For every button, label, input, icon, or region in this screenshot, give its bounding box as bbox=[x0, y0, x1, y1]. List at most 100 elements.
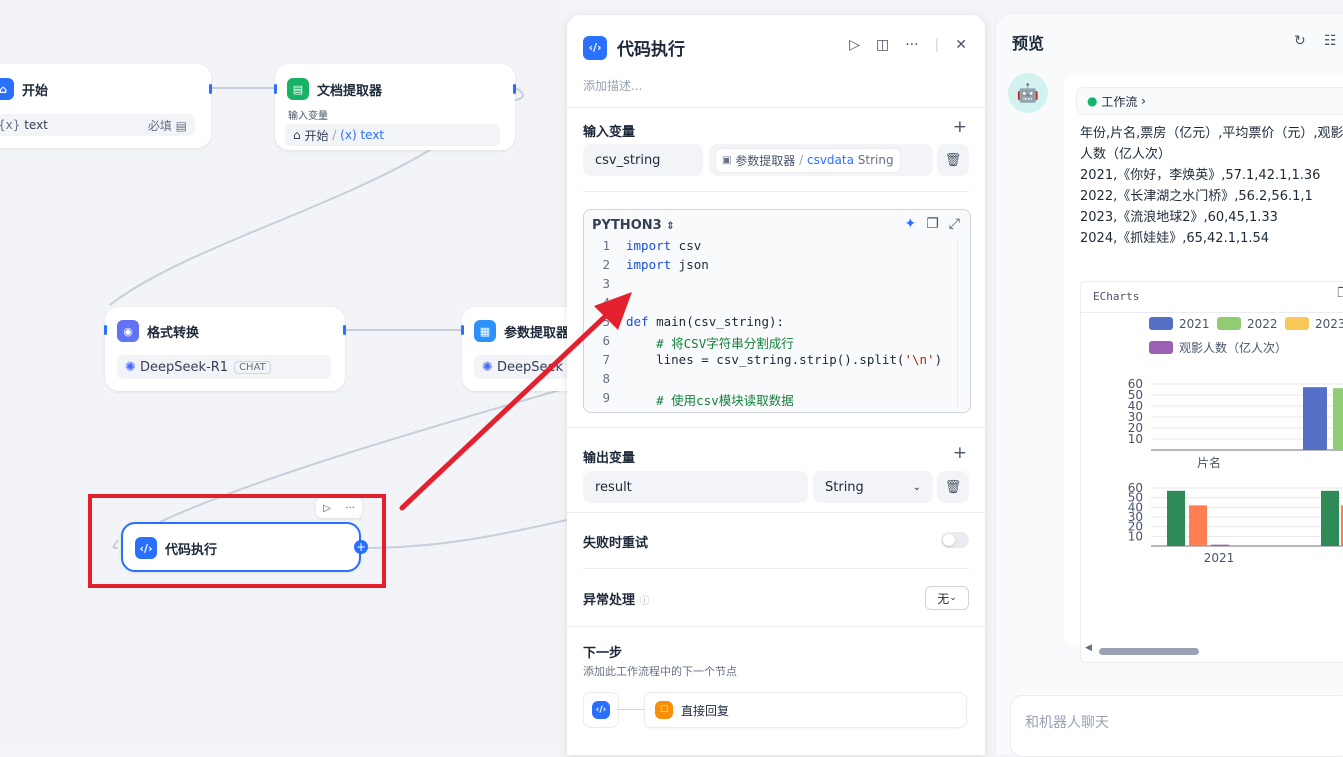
legend-label: 观影人数（亿人次） bbox=[1179, 340, 1287, 355]
node-doc-title: 文档提取器 bbox=[317, 83, 383, 99]
code-text[interactable]: # 将CSV字符串分割成行 bbox=[626, 333, 794, 352]
node-doc-sub: 输入变量 bbox=[288, 111, 328, 122]
panel-title[interactable]: 代码执行 bbox=[617, 35, 685, 60]
bar-2021 bbox=[1303, 387, 1327, 450]
line-number: 6 bbox=[602, 333, 610, 348]
bot-message: ● 工作流 › 年份,片名,票房（亿元）,平均票价（元）,观影 人数（亿人次） 20… bbox=[1064, 73, 1343, 663]
code-text[interactable]: def main(csv_string): bbox=[626, 314, 784, 333]
sort-icon: ⇕ bbox=[666, 221, 675, 232]
bar-票房 bbox=[1167, 490, 1185, 546]
highlight-box bbox=[88, 494, 386, 588]
home-icon: ⌂ bbox=[293, 128, 301, 142]
legend-swatch bbox=[1217, 317, 1241, 330]
code-line[interactable]: 7 lines = csv_string.strip().split('\n') bbox=[584, 352, 970, 371]
x-tick-label: 2021 bbox=[1204, 551, 1235, 565]
chat-input[interactable]: 和机器人聊天 bbox=[1010, 695, 1343, 757]
node-start[interactable]: ⌂ 开始 {x} text 必填 ▤ bbox=[0, 64, 212, 148]
description-input[interactable]: 添加描述... bbox=[583, 77, 642, 94]
copy-icon[interactable]: ❐ bbox=[1337, 286, 1343, 301]
input-handle[interactable] bbox=[461, 325, 464, 335]
refresh-icon[interactable]: ↻ bbox=[1294, 33, 1306, 49]
y-tick-label: 10 bbox=[1128, 529, 1143, 543]
code-lines[interactable]: 1 import csv 2 import json 3 4 5 def main(csv_s… bbox=[584, 238, 970, 409]
output-handle[interactable] bbox=[513, 84, 516, 94]
node-param-title: 参数提取器 bbox=[504, 325, 567, 341]
code-line[interactable]: 9 # 使用csv模块读取数据 bbox=[584, 390, 970, 409]
add-input-icon[interactable]: + bbox=[953, 117, 967, 137]
code-scrollbar[interactable] bbox=[957, 238, 968, 408]
node-format-title: 格式转换 bbox=[147, 325, 200, 341]
code-icon: ‹/› bbox=[583, 35, 607, 60]
code-line[interactable]: 1 import csv bbox=[584, 238, 970, 257]
node-param-extractor[interactable]: ▦ 参数提取器 ✺ DeepSeek bbox=[461, 307, 567, 391]
code-text[interactable]: # 使用csv模块读取数据 bbox=[626, 390, 794, 409]
next-step-desc: 添加此工作流程中的下一个节点 bbox=[583, 665, 737, 678]
copy-icon[interactable]: ❐ bbox=[926, 216, 939, 232]
x-tick-label: 片名 bbox=[1197, 455, 1221, 470]
input-handle[interactable] bbox=[104, 325, 107, 335]
deepseek-icon: ✺ bbox=[125, 359, 136, 375]
delete-input-button[interactable]: 🗑 bbox=[937, 144, 969, 176]
node-format[interactable]: ◉ 格式转换 ✺ DeepSeek-R1 CHAT bbox=[104, 307, 346, 391]
message-line: 人数（亿人次） bbox=[1080, 147, 1172, 162]
input-var-name[interactable]: csv_string bbox=[583, 144, 703, 176]
close-icon[interactable]: ✕ bbox=[955, 37, 967, 53]
output-handle[interactable] bbox=[209, 84, 212, 94]
reply-icon: ☐ bbox=[655, 701, 673, 719]
code-line[interactable]: 8 bbox=[584, 371, 970, 390]
variables-icon[interactable]: ☷ bbox=[1324, 33, 1337, 49]
var-icon: {x} bbox=[0, 118, 25, 132]
echarts-block[interactable]: ECharts ❐ 202120222023观影人数（亿人次）605040302… bbox=[1080, 281, 1343, 663]
code-editor[interactable]: PYTHON3 ⇕ ✦ ❐ ⤢ 1 import csv 2 import json 3… bbox=[583, 209, 971, 413]
legend-label: 2023 bbox=[1315, 317, 1343, 331]
code-line[interactable]: 2 import json bbox=[584, 257, 970, 276]
input-var-ref[interactable]: ▣ 参数提取器 / csvdata String bbox=[709, 144, 933, 176]
deepseek-icon: ✺ bbox=[482, 359, 493, 375]
expand-icon[interactable]: ⤢ bbox=[949, 216, 960, 232]
bar-2022 bbox=[1333, 388, 1343, 450]
split-view-icon[interactable]: ◫ bbox=[876, 37, 889, 53]
form-icon: ▤ bbox=[175, 118, 187, 133]
output-type-select[interactable]: String ⌄ bbox=[813, 471, 933, 503]
delete-output-button[interactable]: 🗑 bbox=[937, 471, 969, 503]
workflow-canvas[interactable]: ⌂ 开始 {x} text 必填 ▤ ▤ 文档提取器 输入变量 ⌂ 开始 / (… bbox=[0, 0, 567, 744]
code-lang-select[interactable]: PYTHON3 bbox=[592, 218, 662, 233]
node-config-panel: ‹/› 代码执行 ▷ ◫ ··· | ✕ 添加描述... 输入变量 + csv_… bbox=[567, 15, 985, 755]
add-output-icon[interactable]: + bbox=[953, 443, 967, 463]
code-line[interactable]: 5 def main(csv_string): bbox=[584, 314, 970, 333]
workflow-badge[interactable]: ● 工作流 › bbox=[1076, 87, 1343, 115]
line-number: 1 bbox=[602, 238, 610, 253]
line-number: 5 bbox=[602, 314, 610, 329]
current-node-icon: ‹/› bbox=[583, 692, 619, 728]
bar-partial bbox=[1321, 490, 1339, 546]
run-icon[interactable]: ▷ bbox=[849, 37, 860, 53]
output-handle[interactable] bbox=[343, 325, 346, 335]
more-icon[interactable]: ··· bbox=[905, 37, 918, 53]
code-text[interactable]: import csv bbox=[626, 238, 701, 257]
chevron-down-icon: ⌄ bbox=[949, 593, 957, 603]
node-doc-extractor[interactable]: ▤ 文档提取器 输入变量 ⌂ 开始 / (x) text bbox=[274, 64, 516, 150]
node-start-var: {x} text 必填 ▤ bbox=[0, 114, 195, 136]
chevron-down-icon: ⌄ bbox=[912, 481, 921, 493]
legend-swatch bbox=[1149, 341, 1173, 354]
scroll-left-icon[interactable]: ◀ bbox=[1085, 643, 1092, 653]
code-line[interactable]: 4 bbox=[584, 295, 970, 314]
input-handle[interactable] bbox=[274, 84, 277, 94]
code-text[interactable]: import json bbox=[626, 257, 709, 276]
output-var-name[interactable]: result bbox=[583, 471, 808, 503]
line-number: 9 bbox=[602, 390, 610, 405]
legend-label: 2022 bbox=[1247, 317, 1278, 331]
retry-toggle[interactable] bbox=[941, 532, 969, 548]
code-text[interactable]: lines = csv_string.strip().split('\n') bbox=[626, 352, 942, 371]
code-line[interactable]: 6 # 将CSV字符串分割成行 bbox=[584, 333, 970, 352]
code-line[interactable]: 3 bbox=[584, 276, 970, 295]
home-icon: ⌂ bbox=[0, 78, 14, 100]
error-handling-select[interactable]: 无 ⌄ bbox=[925, 586, 969, 610]
ai-sparkle-icon[interactable]: ✦ bbox=[905, 216, 917, 232]
horizontal-scrollbar[interactable]: ◀ bbox=[1085, 643, 1343, 656]
chart-svg: 2021 2022 2023观影人数（亿人次）605040302010片名60504… bbox=[1128, 317, 1343, 565]
next-node-card[interactable]: ☐ 直接回复 bbox=[644, 692, 967, 728]
bar-观影人数 bbox=[1211, 544, 1229, 547]
bar-平均票价 bbox=[1189, 505, 1207, 546]
message-line: 2021,《你好，李焕英》,57.1,42.1,1.36 bbox=[1080, 168, 1321, 183]
